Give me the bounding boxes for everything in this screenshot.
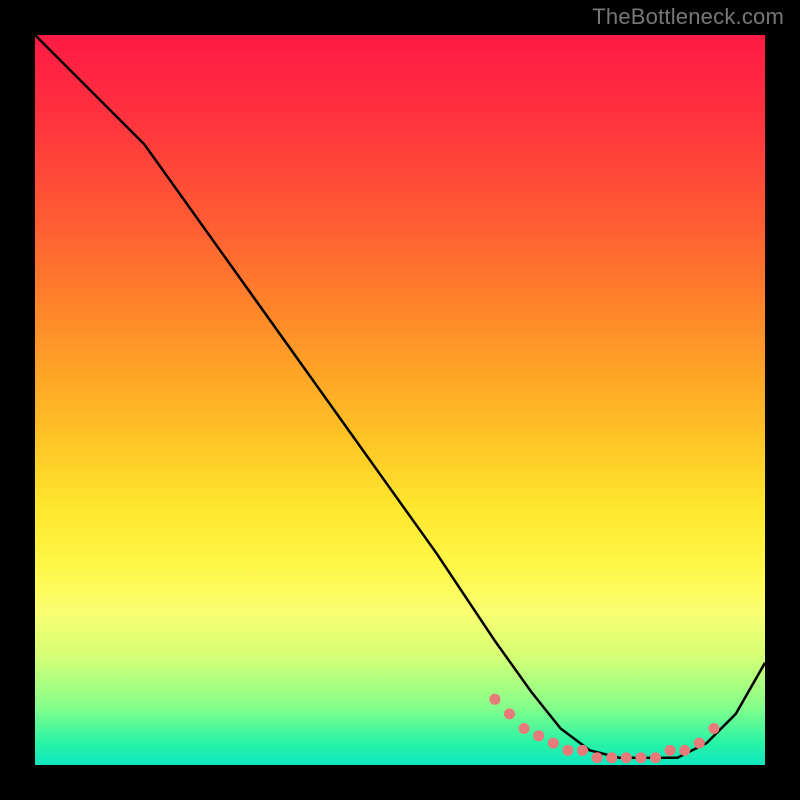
marker-dot: [504, 708, 515, 719]
marker-dot: [577, 745, 588, 756]
marker-dot: [665, 745, 676, 756]
marker-dot: [679, 745, 690, 756]
marker-dot: [606, 752, 617, 763]
marker-dot: [562, 745, 573, 756]
marker-dot: [650, 752, 661, 763]
chart-frame: TheBottleneck.com: [0, 0, 800, 800]
marker-dot: [489, 694, 500, 705]
plot-area: [35, 35, 765, 765]
marker-dot: [519, 723, 530, 734]
curve-line: [35, 35, 765, 758]
curve-svg: [35, 35, 765, 765]
attribution-text: TheBottleneck.com: [592, 4, 784, 30]
marker-dot: [621, 752, 632, 763]
marker-dot: [592, 752, 603, 763]
marker-dot: [533, 730, 544, 741]
marker-dot: [694, 738, 705, 749]
marker-dot: [635, 752, 646, 763]
marker-dot: [708, 723, 719, 734]
marker-dot: [548, 738, 559, 749]
marker-dots: [489, 694, 719, 763]
